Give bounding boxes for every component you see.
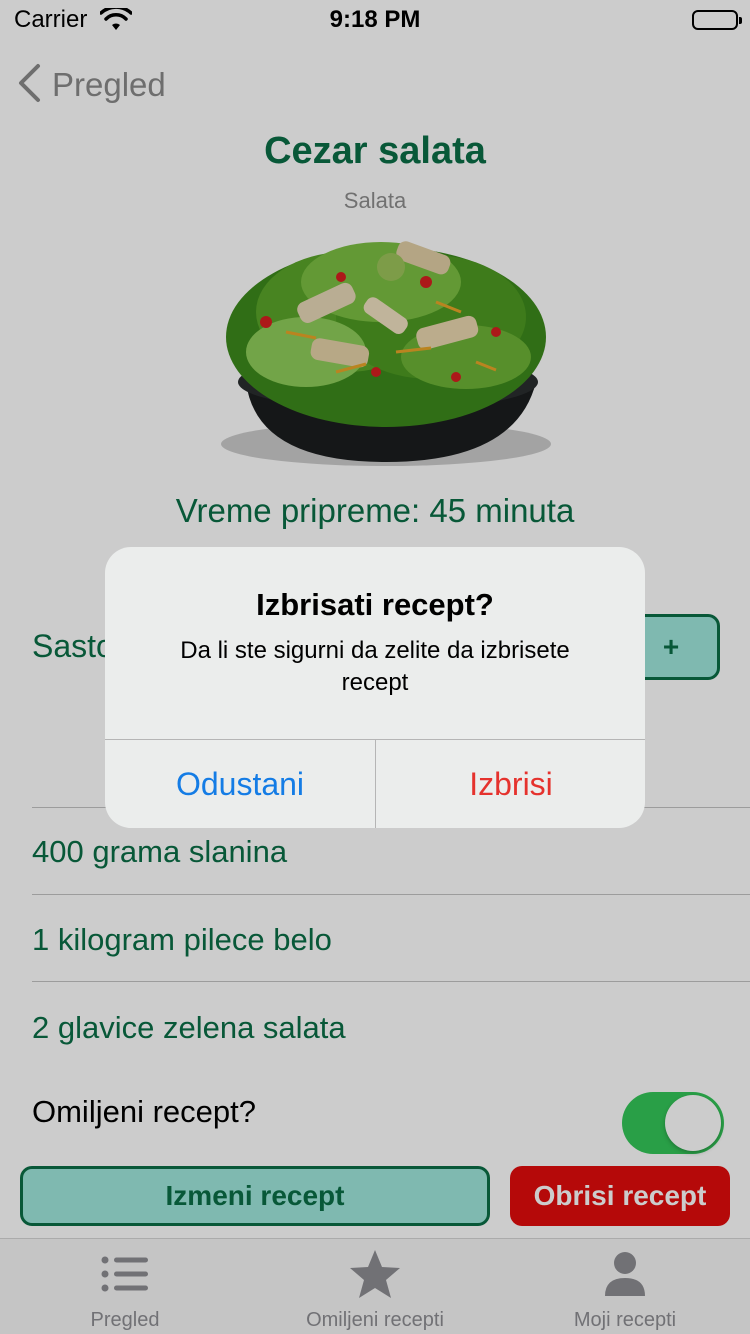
- alert-title: Izbrisati recept?: [256, 587, 494, 622]
- delete-confirm-alert: Izbrisati recept? Da li ste sigurni da z…: [105, 547, 645, 828]
- alert-message: Da li ste sigurni da zelite da izbrisete…: [180, 637, 570, 696]
- recipe-detail-screen: Carrier 9:18 PM Pregled Cezar salata Sal…: [0, 0, 750, 1334]
- confirm-delete-button[interactable]: Izbrisi: [376, 740, 645, 828]
- cancel-button[interactable]: Odustani: [105, 740, 375, 828]
